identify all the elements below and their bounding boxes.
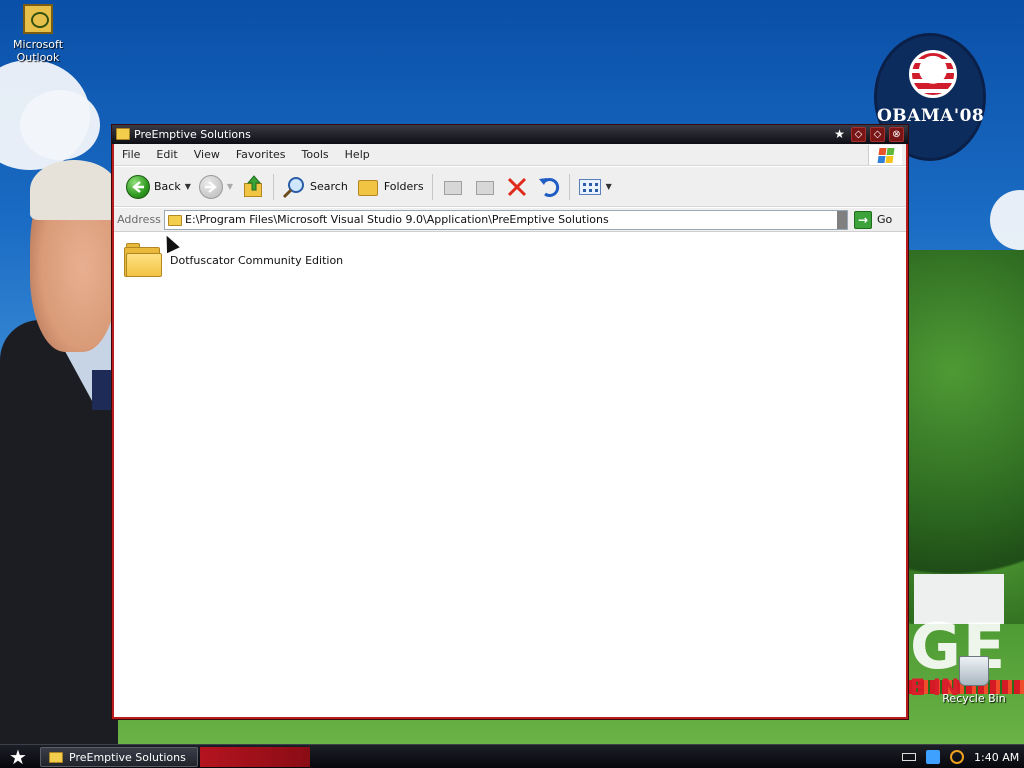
folders-button[interactable]: Folders (352, 172, 428, 202)
folders-label: Folders (383, 180, 424, 193)
keyboard-icon[interactable] (902, 753, 916, 761)
explorer-window: PreEmptive Solutions ★ ◇ ◇ ⊗ File Edit V… (112, 125, 908, 719)
desktop-icon-recycle-bin[interactable]: Recycle Bin (936, 656, 1012, 705)
title-bar[interactable]: PreEmptive Solutions ★ ◇ ◇ ⊗ (112, 125, 908, 144)
folder-icon (124, 243, 162, 277)
search-icon (282, 175, 306, 199)
move-to-button[interactable] (437, 172, 469, 202)
go-button[interactable]: → Go (848, 210, 893, 229)
taskbar-button-explorer[interactable]: PreEmptive Solutions (40, 747, 198, 767)
system-tray: 1:40 AM (874, 745, 1024, 768)
copy-to-icon (473, 175, 497, 199)
chevron-down-icon[interactable]: ▼ (227, 182, 233, 191)
file-list-pane[interactable]: Dotfuscator Community Edition (114, 233, 906, 717)
folder-icon (168, 214, 182, 226)
maximize-button[interactable]: ◇ (870, 127, 885, 142)
undo-button[interactable] (533, 172, 565, 202)
close-button[interactable]: ⊗ (889, 127, 904, 142)
list-item[interactable]: Dotfuscator Community Edition (124, 243, 343, 277)
clock[interactable]: 1:40 AM (974, 751, 1019, 764)
recycle-bin-icon (959, 656, 989, 686)
window-title: PreEmptive Solutions (134, 128, 251, 141)
logo-text: OBAMA'08 (877, 106, 985, 126)
network-icon[interactable] (926, 750, 940, 764)
list-item-label: Dotfuscator Community Edition (170, 253, 344, 267)
menu-tools[interactable]: Tools (294, 148, 337, 161)
delete-button[interactable] (501, 172, 533, 202)
views-icon (578, 175, 602, 199)
address-bar: Address E:\Program Files\Microsoft Visua… (114, 208, 906, 232)
toolbar-separator (273, 173, 275, 200)
up-folder-button[interactable] (237, 172, 269, 202)
forward-arrow-icon (198, 174, 223, 199)
toolbar-separator (431, 173, 433, 200)
back-button[interactable]: Back ▼ (122, 172, 195, 202)
chevron-down-icon[interactable]: ▼ (606, 182, 612, 191)
menu-bar: File Edit View Favorites Tools Help (114, 144, 906, 166)
cloud (990, 190, 1024, 250)
address-label: Address (117, 213, 161, 226)
search-tray-icon[interactable] (950, 750, 964, 764)
address-value: E:\Program Files\Microsoft Visual Studio… (185, 213, 609, 226)
desktop-icon-outlook[interactable]: Microsoft Outlook (0, 4, 76, 64)
folders-icon (356, 175, 380, 199)
go-arrow-icon: → (854, 210, 872, 229)
cloud (20, 90, 100, 160)
start-button[interactable]: ★ (4, 747, 32, 767)
folder-icon (49, 751, 63, 763)
sun-icon (909, 50, 957, 98)
search-button[interactable]: Search (278, 172, 352, 202)
menu-file[interactable]: File (114, 148, 148, 161)
toolbar-separator (568, 173, 570, 200)
person-photo (0, 160, 118, 744)
address-dropdown[interactable] (837, 210, 847, 229)
forward-button[interactable]: ▼ (195, 172, 237, 202)
menu-edit[interactable]: Edit (148, 148, 185, 161)
folder-icon (116, 128, 130, 140)
menu-view[interactable]: View (186, 148, 228, 161)
copy-to-button[interactable] (469, 172, 501, 202)
delete-x-icon (505, 175, 529, 199)
back-label: Back (154, 180, 181, 193)
taskbar-decoration (200, 747, 310, 767)
taskbar: ★ PreEmptive Solutions 1:40 AM (0, 744, 1024, 768)
windows-flag-icon (868, 145, 902, 165)
outlook-icon (23, 4, 53, 34)
move-to-icon (441, 175, 465, 199)
back-arrow-icon (126, 174, 150, 199)
menu-favorites[interactable]: Favorites (228, 148, 294, 161)
pin-icon[interactable]: ★ (832, 127, 847, 142)
taskbar-button-label: PreEmptive Solutions (69, 750, 186, 764)
chevron-down-icon[interactable]: ▼ (185, 182, 191, 191)
search-label: Search (310, 180, 348, 193)
minimize-button[interactable]: ◇ (851, 127, 866, 142)
toolbar: Back ▼ ▼ Search Folders ▼ (114, 167, 906, 207)
up-folder-icon (241, 174, 265, 199)
desktop-icon-label: Recycle Bin (942, 692, 1006, 705)
go-label: Go (877, 213, 893, 226)
address-input[interactable]: E:\Program Files\Microsoft Visual Studio… (164, 209, 848, 230)
undo-icon (537, 175, 561, 199)
views-button[interactable]: ▼ (574, 172, 616, 202)
desktop-icon-label: Microsoft Outlook (12, 38, 64, 64)
menu-help[interactable]: Help (337, 148, 378, 161)
